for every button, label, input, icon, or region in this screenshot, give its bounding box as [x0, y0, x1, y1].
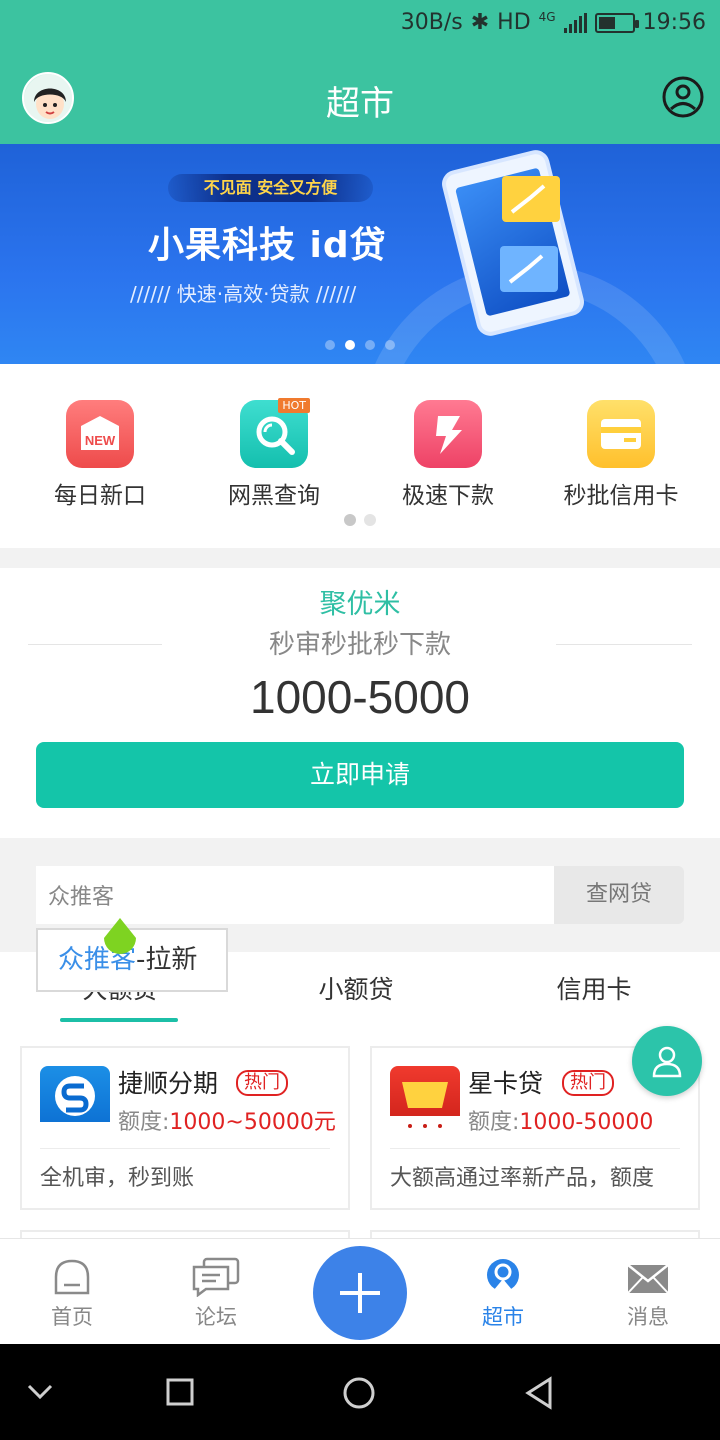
quick-links: NEW 每日新口 HOT 网黑查询 极速下款 秒批信用卡 [0, 364, 720, 548]
product-card[interactable]: 捷顺分期 热门 额度:1000~50000元 全机审，秒到账 [20, 1046, 350, 1210]
status-bar: 30B/s ✱ HD 4G 19:56 [0, 0, 720, 52]
quick-links-pager [0, 514, 720, 526]
bluetooth-icon: ✱ [470, 10, 490, 35]
product-name: 捷顺分期 [118, 1069, 219, 1098]
home-circle-icon[interactable] [342, 1376, 376, 1410]
product-description: 全机审，秒到账 [40, 1166, 195, 1191]
quick-link-credit-card[interactable]: 秒批信用卡 [546, 400, 696, 510]
nav-label: 首页 [51, 1305, 93, 1329]
card-icon [587, 400, 655, 468]
xingka-logo-icon [390, 1066, 460, 1136]
page-title: 超市 [326, 84, 394, 124]
quick-link-daily-new[interactable]: NEW 每日新口 [25, 400, 175, 510]
nav-forum[interactable]: 论坛 [161, 1257, 271, 1331]
text-cursor-handle-icon[interactable] [100, 916, 140, 960]
divider [390, 1148, 680, 1149]
market-icon [487, 1259, 519, 1291]
forum-icon [192, 1257, 240, 1297]
plus-icon [340, 1273, 380, 1313]
system-navigation-bar [0, 1344, 720, 1440]
user-profile-icon[interactable] [662, 76, 704, 118]
quick-link-fast-loan[interactable]: 极速下款 [373, 400, 523, 510]
tab-credit-card[interactable]: 信用卡 [494, 970, 694, 1006]
search-button[interactable]: 查网贷 [554, 866, 684, 924]
clock: 19:56 [642, 10, 706, 35]
signal-icon [563, 12, 587, 33]
magnifier-icon: HOT [240, 398, 310, 468]
customer-service-button[interactable] [632, 1026, 702, 1096]
chart-cards-illustration [500, 176, 560, 292]
product-brand: 聚优米 [319, 589, 401, 620]
search-suggestion-popup[interactable]: 众推客-拉新 [36, 918, 228, 992]
chevron-down-icon[interactable] [26, 1382, 54, 1402]
hot-badge: 热门 [562, 1070, 614, 1096]
back-icon[interactable] [524, 1376, 554, 1410]
product-description: 大额高通过率新产品，额度 [390, 1166, 655, 1191]
promo-banner[interactable]: 不见面 安全又方便 小果科技 id贷 ////// 快速·高效·贷款 /////… [0, 144, 720, 364]
hd-label: HD [497, 10, 531, 35]
nav-messages[interactable]: 消息 [593, 1257, 703, 1331]
lightning-icon [414, 400, 482, 468]
quick-link-label: 秒批信用卡 [563, 483, 679, 509]
network-speed: 30B/s [400, 10, 463, 35]
product-slogan: 秒审秒批秒下款 [268, 630, 451, 660]
nav-label: 超市 [482, 1305, 524, 1329]
divider [40, 1148, 330, 1149]
add-post-button[interactable] [313, 1246, 407, 1340]
product-list: 捷顺分期 热门 额度:1000~50000元 全机审，秒到账 星卡贷 热门 额度… [0, 1026, 720, 1250]
nav-home[interactable]: 首页 [17, 1257, 127, 1331]
nav-label: 论坛 [195, 1305, 237, 1329]
net-type: 4G [538, 10, 556, 24]
mail-icon [627, 1264, 669, 1294]
banner-pager [0, 340, 720, 350]
active-tab-indicator [60, 1018, 178, 1022]
tab-small-loan[interactable]: 小额贷 [256, 970, 456, 1006]
new-badge-icon: NEW [66, 400, 134, 468]
product-limit: 额度:1000-50000 [468, 1110, 654, 1135]
banner-tag: 不见面 安全又方便 [168, 174, 373, 202]
person-icon [652, 1046, 682, 1078]
svg-text:NEW: NEW [85, 433, 116, 448]
hot-badge: 热门 [236, 1070, 288, 1096]
suggestion-rest: -拉新 [136, 945, 198, 975]
featured-loan-card: 聚优米 秒审秒批秒下款 1000-5000 立即申请 [0, 568, 720, 838]
banner-subline: ////// 快速·高效·贷款 ////// [130, 282, 357, 306]
home-icon [54, 1259, 90, 1295]
banner-headline: 小果科技 id贷 [148, 225, 387, 266]
battery-icon [594, 12, 639, 33]
nav-market[interactable]: 超市 [448, 1257, 558, 1331]
app-header: 超市 [0, 52, 720, 144]
product-limit: 额度:1000~50000元 [118, 1110, 336, 1135]
product-name: 星卡贷 [468, 1069, 544, 1098]
apply-now-button[interactable]: 立即申请 [36, 742, 684, 808]
quick-link-label: 每日新口 [54, 483, 146, 509]
jieshun-logo-icon [40, 1066, 110, 1136]
hot-badge: HOT [278, 398, 310, 413]
loan-amount: 1000-5000 [250, 671, 470, 723]
quick-link-label: 网黑查询 [228, 483, 320, 509]
recent-apps-icon[interactable] [166, 1378, 194, 1406]
quick-link-blacklist-check[interactable]: HOT 网黑查询 [199, 398, 349, 510]
nav-label: 消息 [627, 1305, 669, 1329]
quick-link-label: 极速下款 [402, 483, 494, 509]
